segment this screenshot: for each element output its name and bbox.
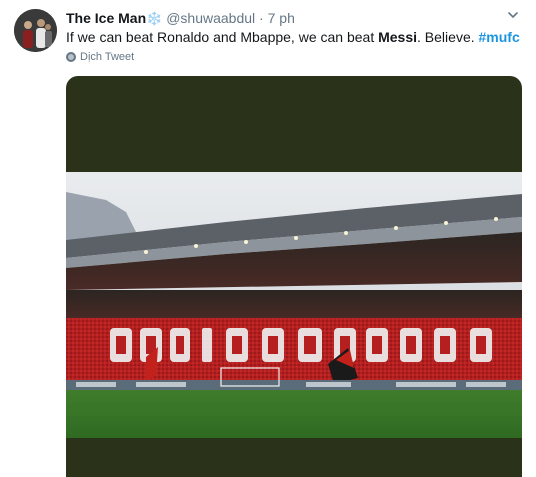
display-name[interactable]: The Ice Man — [66, 10, 146, 26]
tweet-text: If we can beat Ronaldo and Mbappe, we ca… — [66, 28, 520, 46]
user-handle[interactable]: @shuwaabdul — [166, 10, 255, 26]
tweet-text-bold: Messi — [378, 29, 418, 45]
timestamp[interactable]: 7 ph — [268, 10, 295, 26]
translate-label: Dịch Tweet — [80, 51, 135, 63]
translate-tweet-link[interactable]: Dịch Tweet — [66, 51, 134, 63]
tweet-text-part2: . Believe. — [417, 29, 479, 45]
stadium-photo — [66, 172, 522, 438]
separator-dot: · — [259, 10, 264, 26]
snowflake-emoji-icon: ❄️ — [146, 11, 163, 26]
chevron-down-icon[interactable] — [506, 9, 520, 23]
avatar[interactable] — [14, 9, 57, 52]
tweet-header: The Ice Man❄️ @shuwaabdul · 7 ph — [66, 9, 295, 28]
hashtag-link[interactable]: #mufc — [479, 29, 520, 45]
tweet-media[interactable] — [66, 76, 522, 477]
avatar-image — [14, 9, 57, 52]
tweet[interactable]: The Ice Man❄️ @shuwaabdul · 7 ph If we c… — [0, 0, 536, 477]
tweet-text-part1: If we can beat Ronaldo and Mbappe, we ca… — [66, 29, 379, 45]
globe-icon — [66, 52, 76, 62]
